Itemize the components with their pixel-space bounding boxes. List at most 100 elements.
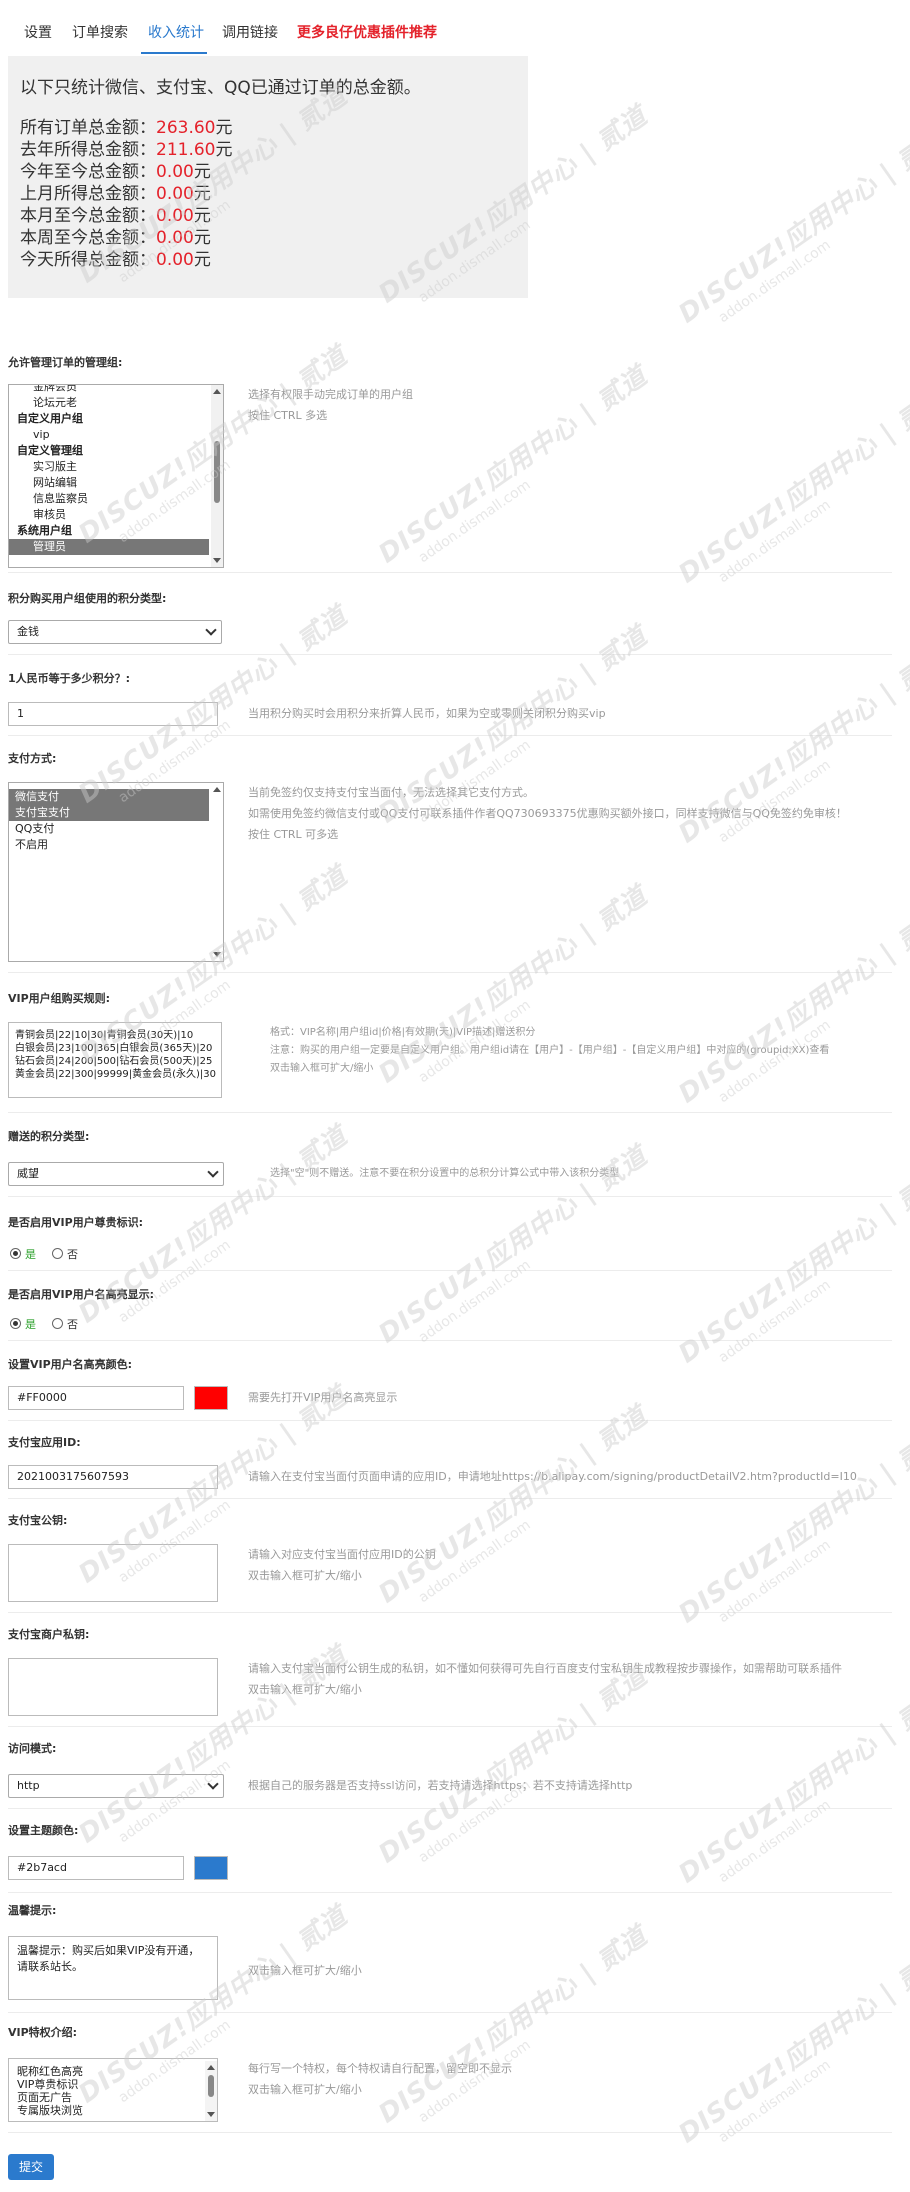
rmb-rate-input[interactable]: 1 <box>8 702 218 726</box>
divider <box>8 1612 892 1613</box>
scroll-down-icon[interactable] <box>213 558 221 563</box>
chevron-down-icon <box>205 624 217 636</box>
tab-call-link[interactable]: 调用链接 <box>222 22 278 42</box>
divider <box>8 654 892 655</box>
gift-credit-select[interactable]: 威望 <box>8 1162 224 1186</box>
divider <box>8 572 892 573</box>
payment-option[interactable]: 支付宝支付 <box>9 805 209 821</box>
admin-group-option[interactable]: 信息监察员 <box>9 491 209 507</box>
admin-group-option[interactable]: 管理员 <box>9 539 209 555</box>
admin-group-option[interactable]: 论坛元老 <box>9 395 209 411</box>
stat-row-this-month: 本月至今总金额：0.00元 <box>20 206 211 226</box>
payment-listbox[interactable]: 微信支付 支付宝支付 QQ支付 不启用 <box>8 782 224 962</box>
chevron-down-icon <box>207 1778 219 1790</box>
payment-hint-1: 当前免签约仅支持支付宝当面付，无法选择其它支付方式。 <box>248 786 534 799</box>
stat-row-today: 今天所得总金额：0.00元 <box>20 250 211 270</box>
submit-button[interactable]: 提交 <box>8 2154 54 2180</box>
watermark: DISCUZ!应用中心 | 贰道 addon.dismall.com <box>373 881 654 1090</box>
scroll-up-icon[interactable] <box>213 787 221 792</box>
vip-privileges-hint-1: 每行写一个特权，每个特权请自行配置，留空即不显示 <box>248 2062 512 2075</box>
watermark: DISCUZ!应用中心 | 贰道 addon.dismall.com <box>373 1661 654 1870</box>
radio-unchecked-icon <box>52 1248 63 1259</box>
admin-group-option[interactable]: 自定义管理组 <box>9 443 209 459</box>
scroll-thumb[interactable] <box>208 2075 214 2097</box>
divider <box>8 2012 892 2013</box>
access-mode-select[interactable]: http <box>8 1774 224 1798</box>
tab-order-search[interactable]: 订单搜索 <box>72 22 128 42</box>
payment-option[interactable]: 不启用 <box>9 837 209 853</box>
vip-highlight-radio-yes[interactable]: 是 <box>10 1316 36 1332</box>
highlight-color-label: 设置VIP用户名高亮颜色: <box>8 1358 133 1371</box>
active-tab-indicator <box>141 52 207 54</box>
admin-group-option[interactable]: 实习版主 <box>9 459 209 475</box>
divider <box>8 1498 892 1499</box>
stat-row-all: 所有订单总金额：263.60元 <box>20 118 233 138</box>
vip-badge-label: 是否启用VIP用户尊贵标识: <box>8 1216 144 1229</box>
highlight-color-hint: 需要先打开VIP用户名高亮显示 <box>248 1391 398 1404</box>
alipay-appid-label: 支付宝应用ID: <box>8 1436 81 1449</box>
credit-type-label: 积分购买用户组使用的积分类型: <box>8 592 167 605</box>
admin-group-option[interactable]: 网站编辑 <box>9 475 209 491</box>
alipay-pubkey-hint-1: 请输入对应支付宝当面付应用ID的公钥 <box>248 1548 436 1561</box>
scroll-down-icon[interactable] <box>213 952 221 957</box>
payment-scrollbar[interactable] <box>211 783 223 961</box>
theme-color-input[interactable]: #2b7acd <box>8 1856 184 1880</box>
access-mode-label: 访问模式: <box>8 1742 57 1755</box>
theme-color-swatch[interactable] <box>194 1856 228 1880</box>
scroll-up-icon[interactable] <box>207 2065 215 2070</box>
scroll-down-icon[interactable] <box>207 2112 215 2117</box>
highlight-color-swatch[interactable] <box>194 1386 228 1410</box>
divider <box>8 1420 892 1421</box>
merchant-key-textarea[interactable] <box>8 1658 218 1716</box>
tab-income-stats[interactable]: 收入统计 <box>148 22 204 42</box>
divider <box>8 1340 892 1341</box>
watermark: DISCUZ!应用中心 | 贰道 addon.dismall.com <box>373 1921 654 2130</box>
warm-tip-textarea[interactable]: 温馨提示：购买后如果VIP没有开通，请联系站长。 <box>8 1936 218 2000</box>
credit-type-select[interactable]: 金钱 <box>8 620 222 644</box>
alipay-appid-input[interactable]: 2021003175607593 <box>8 1465 218 1489</box>
admin-group-option[interactable]: 自定义用户组 <box>9 411 209 427</box>
vip-privileges-label: VIP特权介绍: <box>8 2026 78 2039</box>
watermark: DISCUZ!应用中心 | 贰道 addon.dismall.com <box>673 381 910 590</box>
scroll-thumb[interactable] <box>214 441 220 503</box>
stats-intro: 以下只统计微信、支付宝、QQ已通过订单的总金额。 <box>20 78 421 98</box>
vip-privileges-scrollbar[interactable] <box>205 2061 217 2121</box>
payment-hint-3: 按住 CTRL 可多选 <box>248 828 339 841</box>
vip-rules-hint-2: 注意：购买的用户组一定要是自定义用户组。用户组id请在【用户】-【用户组】-【自… <box>270 1045 830 1056</box>
stat-row-this-week: 本周至今总金额：0.00元 <box>20 228 211 248</box>
payment-option[interactable]: QQ支付 <box>9 821 209 837</box>
admin-group-option[interactable]: 金牌会员 <box>9 385 209 395</box>
tab-plugin-recommend[interactable]: 更多良仔优惠插件推荐 <box>297 22 437 42</box>
vip-privileges-hint-2: 双击输入框可扩大/缩小 <box>248 2083 362 2096</box>
vip-rules-hint-3: 双击输入框可扩大/缩小 <box>270 1063 374 1074</box>
admin-groups-hint-1: 选择有权限手动完成订单的用户组 <box>248 388 413 401</box>
watermark: DISCUZ!应用中心 | 贰道 addon.dismall.com <box>373 1401 654 1610</box>
rmb-rate-hint: 当用积分购买时会用积分来折算人民币，如果为空或零则关闭积分购买vip <box>248 707 606 720</box>
admin-groups-hint-2: 按住 CTRL 多选 <box>248 409 328 422</box>
admin-groups-scrollbar[interactable] <box>211 385 223 567</box>
admin-groups-listbox[interactable]: 金牌会员 论坛元老 自定义用户组 vip 自定义管理组 实习版主 网站编辑 信息监察员 审核员系… <box>8 384 224 568</box>
tab-settings[interactable]: 设置 <box>24 22 52 42</box>
divider <box>8 1112 892 1113</box>
vip-badge-radio-no[interactable]: 否 <box>52 1246 78 1262</box>
merchant-key-hint-1: 请输入支付宝当面付公钥生成的私钥，如不懂如何获得可先自行百度支付宝私钥生成教程按… <box>248 1662 842 1675</box>
alipay-pubkey-textarea[interactable] <box>8 1544 218 1602</box>
vip-badge-radio-yes[interactable]: 是 <box>10 1246 36 1262</box>
warm-tip-label: 温馨提示: <box>8 1904 57 1917</box>
admin-groups-label: 允许管理订单的管理组: <box>8 356 123 369</box>
admin-group-option[interactable]: 审核员 <box>9 507 209 523</box>
vip-privileges-textarea[interactable]: 昵称红色高亮 VIP尊贵标识 页面无广告 专属版块浏览 <box>8 2058 218 2122</box>
tab-bar: 设置 订单搜索 收入统计 调用链接 更多良仔优惠插件推荐 <box>0 14 910 54</box>
watermark: DISCUZ!应用中心 | 贰道 addon.dismall.com <box>673 1421 910 1630</box>
payment-option[interactable]: 微信支付 <box>9 789 209 805</box>
admin-group-option[interactable]: 系统用户组 <box>9 523 209 539</box>
divider <box>8 1892 892 1893</box>
scroll-up-icon[interactable] <box>213 389 221 394</box>
vip-rules-textarea[interactable]: 青铜会员|22|10|30|青铜会员(30天)|10 白银会员|23|100|3… <box>8 1022 222 1098</box>
vip-highlight-radio-no[interactable]: 否 <box>52 1316 78 1332</box>
vip-rules-hint-1: 格式：VIP名称|用户组id|价格|有效期(天)|VIP描述|赠送积分 <box>270 1027 536 1038</box>
highlight-color-input[interactable]: #FF0000 <box>8 1386 184 1410</box>
admin-group-option[interactable]: vip <box>9 427 209 443</box>
radio-checked-icon <box>10 1318 21 1329</box>
stat-row-last-month: 上月所得总金额：0.00元 <box>20 184 211 204</box>
